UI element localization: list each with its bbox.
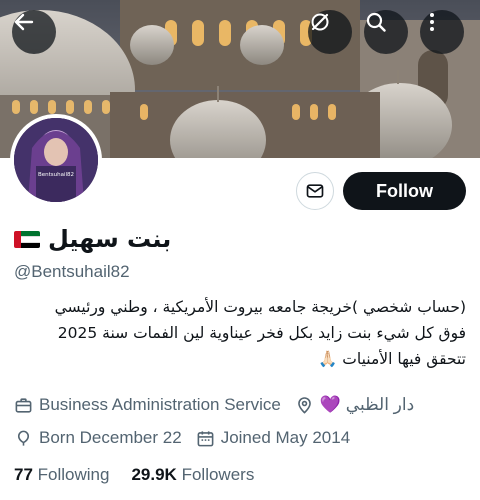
born-item: Born December 22 [14,428,182,448]
balloon-icon [17,430,30,446]
profile-bio: (حساب شخصي )خريجة جامعه بيروت الأمريكية … [14,294,466,372]
following-label: Following [37,465,110,484]
message-button[interactable] [296,172,334,210]
following-link[interactable]: 77 Following [14,465,109,485]
location-item: دار الظبي 💜 [295,395,414,415]
profile-meta-row: Born December 22 Joined May 2014 [14,428,350,448]
briefcase-icon [15,397,32,413]
born-text: Born December 22 [39,428,182,447]
search-button[interactable] [364,10,408,54]
calendar-icon [197,430,214,446]
bio-line: (حساب شخصي )خريجة جامعه بيروت الأمريكية … [54,298,466,316]
category-item: Business Administration Service [14,395,281,415]
joined-item: Joined May 2014 [196,428,350,448]
arrow-left-icon [14,13,34,31]
joined-text: Joined May 2014 [220,428,351,447]
grok-button[interactable] [308,10,352,54]
follow-stats: 77 Following 29.9K Followers [14,465,254,485]
display-name-row: بنت سهيل [14,222,171,256]
category-text: Business Administration Service [39,395,281,414]
display-name: بنت سهيل [48,225,172,253]
location-text: دار الظبي 💜 [319,395,415,414]
uae-flag-icon [14,230,40,248]
follow-button[interactable]: Follow [343,172,466,210]
followers-count: 29.9K [131,465,177,484]
followers-label: Followers [181,465,255,484]
envelope-icon [306,184,324,198]
more-vertical-icon [430,13,434,31]
avatar-caption: Bentsuhail82 [38,172,74,178]
avatar-image: Bentsuhail82 [14,118,98,202]
bio-line: فوق كل شيء بنت زايد بكل فخر عيناوية لين … [57,324,466,342]
bio-line: تتحقق فيها الأمنيات 🙏🏻 [318,350,466,368]
profile-avatar[interactable]: Bentsuhail82 [10,114,102,206]
followers-link[interactable]: 29.9K Followers [131,465,254,485]
search-icon [366,12,386,32]
slash-circle-icon [311,13,329,31]
location-pin-icon [298,396,311,414]
following-count: 77 [14,465,33,484]
more-options-button[interactable] [420,10,464,54]
user-handle: @Bentsuhail82 [14,262,130,281]
back-button[interactable] [12,10,56,54]
profile-meta-row: Business Administration Service دار الظب… [14,395,414,415]
